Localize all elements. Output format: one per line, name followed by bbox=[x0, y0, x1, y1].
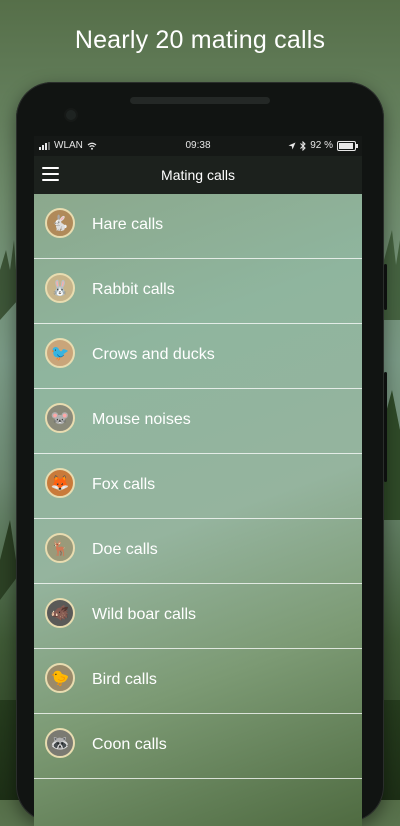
bluetooth-icon bbox=[300, 140, 306, 151]
mouse-icon: 🐭 bbox=[45, 403, 75, 433]
fox-icon: 🦊 bbox=[45, 468, 75, 498]
battery-percent: 92 % bbox=[310, 140, 333, 151]
page-title: Mating calls bbox=[161, 167, 235, 183]
list-item[interactable]: 🦊 Fox calls bbox=[34, 454, 362, 519]
hare-icon: 🐇 bbox=[45, 208, 75, 238]
animal-glyph: 🐭 bbox=[50, 409, 70, 427]
list-item-label: Wild boar calls bbox=[92, 606, 197, 623]
status-bar: WLAN 09:38 92 % bbox=[34, 136, 362, 156]
animal-glyph: 🐤 bbox=[50, 669, 70, 687]
list-item-label: Crows and ducks bbox=[92, 346, 215, 363]
list-item-label: Fox calls bbox=[92, 476, 156, 493]
animal-glyph: 🐇 bbox=[50, 214, 70, 232]
list-item[interactable]: 🐰 Rabbit calls bbox=[34, 259, 362, 324]
battery-icon bbox=[337, 140, 358, 151]
volume-button bbox=[384, 264, 387, 310]
animal-glyph: 🐰 bbox=[50, 279, 70, 297]
list-item-label: Hare calls bbox=[92, 216, 164, 233]
phone-frame: WLAN 09:38 92 % Mating calls 🐇 Hare call… bbox=[16, 82, 387, 826]
list-item-label: Rabbit calls bbox=[92, 281, 175, 298]
doe-icon: 🦌 bbox=[45, 533, 75, 563]
rabbit-icon: 🐰 bbox=[45, 273, 75, 303]
power-button bbox=[384, 372, 387, 482]
nav-bar: Mating calls bbox=[34, 156, 362, 194]
list-item[interactable]: 🦝 Coon calls bbox=[34, 714, 362, 779]
animal-glyph: 🦝 bbox=[50, 734, 70, 752]
animal-glyph: 🦌 bbox=[50, 539, 70, 557]
list-item[interactable]: 🐇 Hare calls bbox=[34, 194, 362, 259]
bird-icon: 🐤 bbox=[45, 663, 75, 693]
list-item[interactable]: 🐤 Bird calls bbox=[34, 649, 362, 714]
front-camera bbox=[66, 110, 76, 120]
animal-glyph: 🐦 bbox=[50, 344, 70, 362]
app-screen: WLAN 09:38 92 % Mating calls 🐇 Hare call… bbox=[34, 136, 362, 826]
list-item-label: Coon calls bbox=[92, 736, 167, 753]
list-item[interactable]: 🐭 Mouse noises bbox=[34, 389, 362, 454]
list-item[interactable]: 🐗 Wild boar calls bbox=[34, 584, 362, 649]
boar-icon: 🐗 bbox=[45, 598, 75, 628]
list-item[interactable]: 🐦 Crows and ducks bbox=[34, 324, 362, 389]
animal-glyph: 🦊 bbox=[50, 474, 70, 492]
raccoon-icon: 🦝 bbox=[45, 728, 75, 758]
headline: Nearly 20 mating calls bbox=[74, 26, 326, 54]
speaker-grille bbox=[130, 97, 270, 104]
crow-icon: 🐦 bbox=[45, 338, 75, 368]
animal-glyph: 🐗 bbox=[50, 604, 70, 622]
list-item-label: Bird calls bbox=[92, 671, 157, 688]
list-item-label: Mouse noises bbox=[92, 411, 191, 428]
call-list: 🐇 Hare calls 🐰 Rabbit calls 🐦 Crows and ducks… bbox=[34, 194, 362, 779]
list-item-label: Doe calls bbox=[92, 541, 158, 558]
list-item[interactable]: 🦌 Doe calls bbox=[34, 519, 362, 584]
location-arrow-icon bbox=[288, 142, 296, 149]
